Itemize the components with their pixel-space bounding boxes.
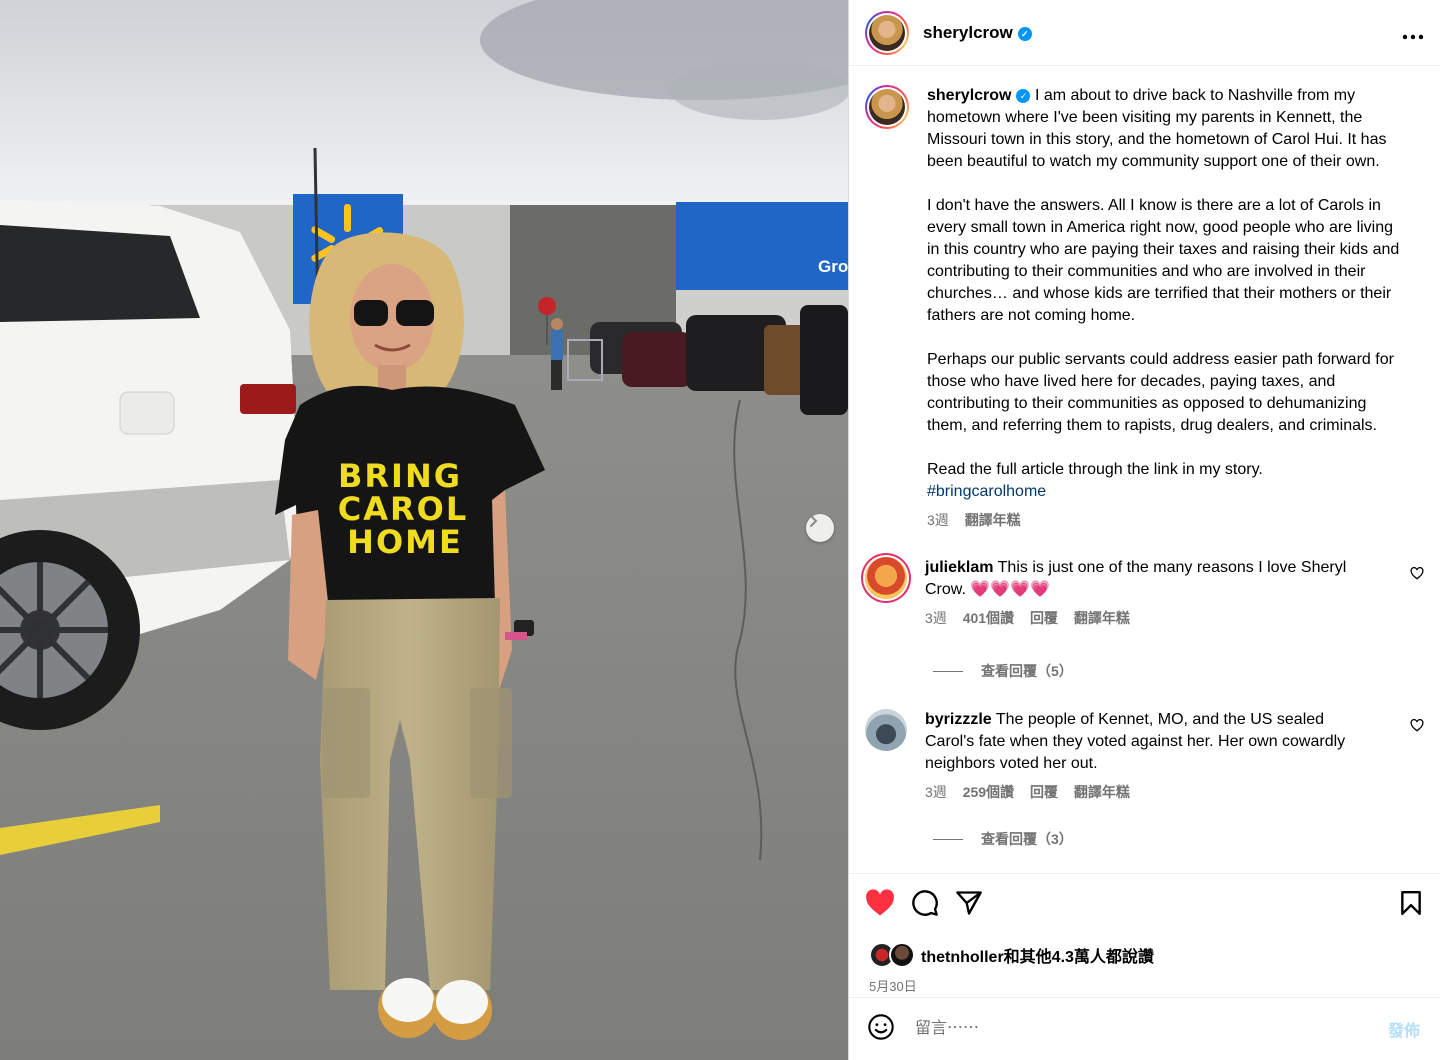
commenter-username[interactable]: byrizzzle [925,711,992,728]
save-button[interactable] [1400,890,1422,921]
view-replies-button[interactable]: 查看回覆（5） [933,661,1440,681]
comment-time: 3週 [925,784,947,800]
heart-filled-icon [866,888,894,915]
comment-item: byrizzzle The people of Kennet, MO, and … [849,709,1440,803]
comment-input[interactable] [913,1019,1388,1039]
comment-meta: 3週 259個讚 回覆 翻譯年糕 [925,781,1375,803]
comment-likes-count[interactable]: 401個讚 [963,610,1014,626]
more-horizontal-icon [1402,34,1424,39]
store-sign-text: Gro [818,257,848,276]
heart-outline-icon [1410,718,1424,732]
comment-translate-link[interactable]: 翻譯年糕 [1074,610,1130,626]
caption-author-username[interactable]: sherylcrow [927,87,1011,104]
chevron-right-icon [810,515,818,527]
post-photo: Gro BRING CAROL HOME [0,0,848,1060]
author-username[interactable]: sherylcrow ✓ [923,23,1032,43]
next-photo-button[interactable] [806,514,834,542]
hashtag-link[interactable]: #bringcarolhome [927,481,1407,503]
verified-badge-icon: ✓ [1017,27,1032,41]
author-avatar[interactable] [865,10,909,55]
bookmark-icon [1401,890,1421,915]
caption-translate-link[interactable]: 翻譯年糕 [965,512,1021,528]
post-side-panel: sherylcrow ✓ sherylcrow ✓ I am about to dr… [848,0,1440,1060]
view-replies-button[interactable]: 查看回覆（3） [933,829,1440,849]
comment-translate-link[interactable]: 翻譯年糕 [1074,784,1130,800]
comment-like-button[interactable] [1410,566,1424,585]
post-comment-button[interactable]: 發佈 [1388,1017,1420,1041]
comments-scroll-area[interactable]: sherylcrow ✓ I am about to drive back to … [849,67,1440,873]
photo-scene: Gro BRING CAROL HOME [0,0,848,1060]
liker-avatar [889,942,915,968]
emoji-smile-icon [868,1013,894,1040]
post-caption: sherylcrow ✓ I am about to drive back to … [849,67,1440,531]
post-header: sherylcrow ✓ [849,0,1440,66]
comment-meta: 3週 401個讚 回覆 翻譯年糕 [925,607,1375,629]
likes-summary: thetnholler和其他4.3萬人都說讚 [869,942,1440,968]
heart-outline-icon [1410,566,1424,580]
likes-text[interactable]: thetnholler和其他4.3萬人都說讚 [921,943,1154,967]
comment-time: 3週 [925,610,947,626]
caption-paragraph-3: Perhaps our public servants could addres… [927,351,1394,434]
comment-like-button[interactable] [1410,718,1424,737]
comment-button[interactable] [911,889,939,922]
verified-badge-icon: ✓ [1016,89,1031,103]
comment-bubble-icon [912,889,938,916]
post-actions: thetnholler和其他4.3萬人都說讚 5月30日 [849,873,1440,998]
like-button[interactable] [865,888,895,922]
caption-author-avatar[interactable] [865,85,909,129]
comment-reply-link[interactable]: 回覆 [1030,784,1058,800]
caption-last-line: Read the full article through the link i… [927,461,1263,478]
caption-paragraph-2: I don't have the answers. All I know is … [927,197,1400,324]
comment-item: julieklam This is just one of the many r… [849,557,1440,629]
post-date[interactable]: 5月30日 [869,976,1440,995]
more-options-button[interactable] [1402,20,1424,46]
comment-likes-count[interactable]: 259個讚 [963,784,1014,800]
caption-time: 3週 [927,512,949,528]
comment-composer: 發佈 [849,997,1440,1060]
emoji-button[interactable] [867,1013,895,1046]
comment-reply-link[interactable]: 回覆 [1030,610,1058,626]
share-button[interactable] [955,890,983,921]
paper-plane-icon [956,890,982,915]
instagram-post-modal: Gro BRING CAROL HOME sherylcrow ✓ sheryl… [0,0,1440,1060]
commenter-avatar[interactable] [865,557,907,599]
shirt-text-line-3: HOME [347,523,463,561]
commenter-avatar[interactable] [865,709,907,751]
caption-meta: 3週 翻譯年糕 [927,509,1407,531]
commenter-username[interactable]: julieklam [925,559,993,576]
